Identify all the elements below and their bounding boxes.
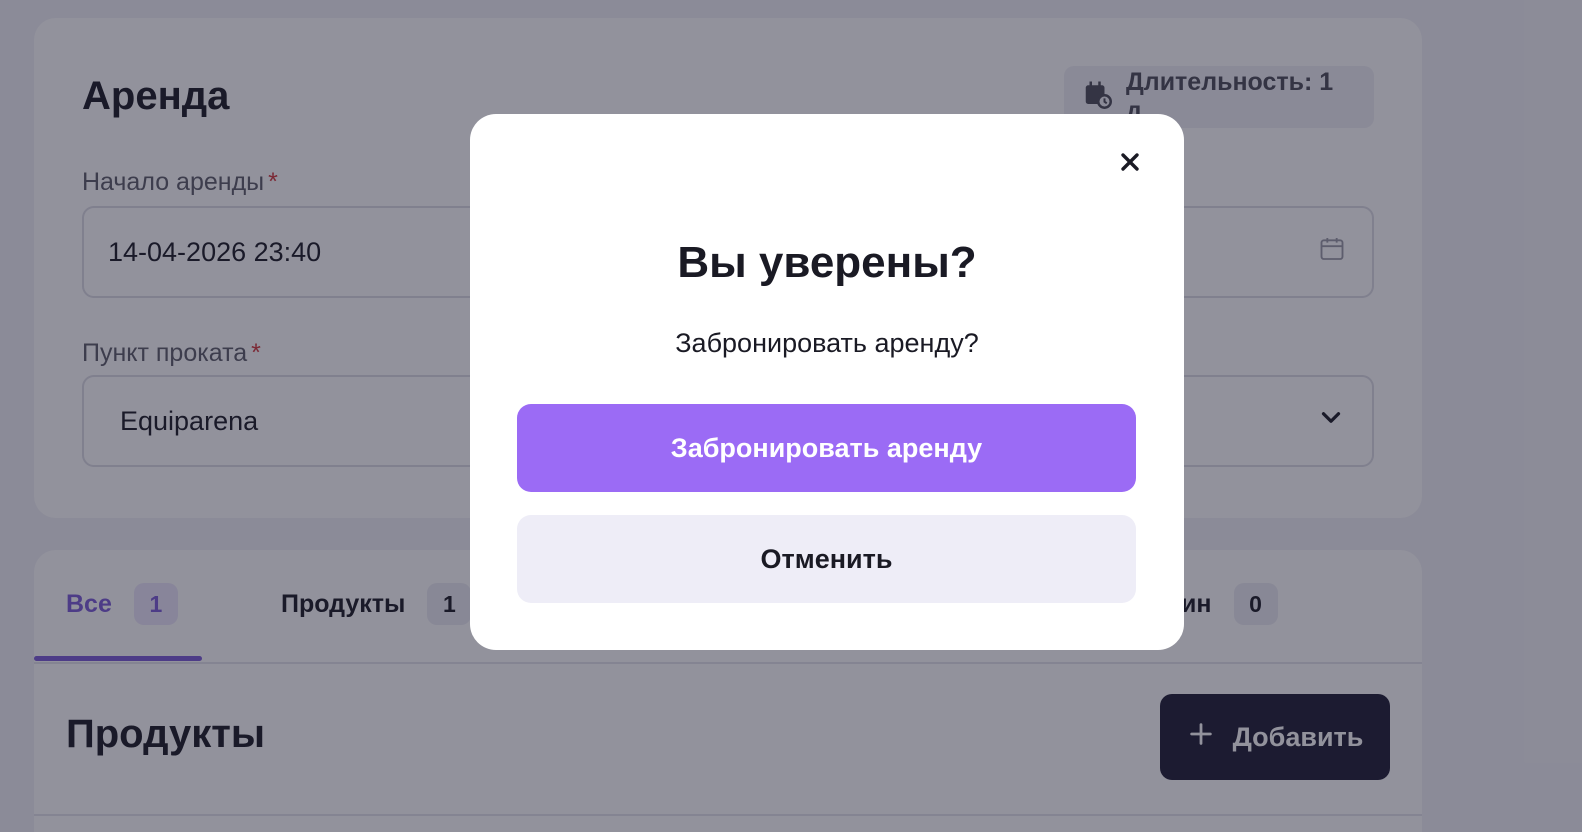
confirm-booking-button[interactable]: Забронировать аренду bbox=[517, 404, 1136, 492]
page: Аренда Длительность: 1 д. Начало аренды *… bbox=[0, 0, 1582, 832]
close-icon[interactable] bbox=[1112, 144, 1148, 180]
dialog-subtitle: Забронировать аренду? bbox=[675, 328, 979, 358]
cancel-button[interactable]: Отменить bbox=[517, 515, 1136, 603]
confirm-dialog: Вы уверены? Забронировать аренду? Заброн… bbox=[470, 114, 1184, 650]
dialog-title: Вы уверены? bbox=[677, 238, 977, 287]
